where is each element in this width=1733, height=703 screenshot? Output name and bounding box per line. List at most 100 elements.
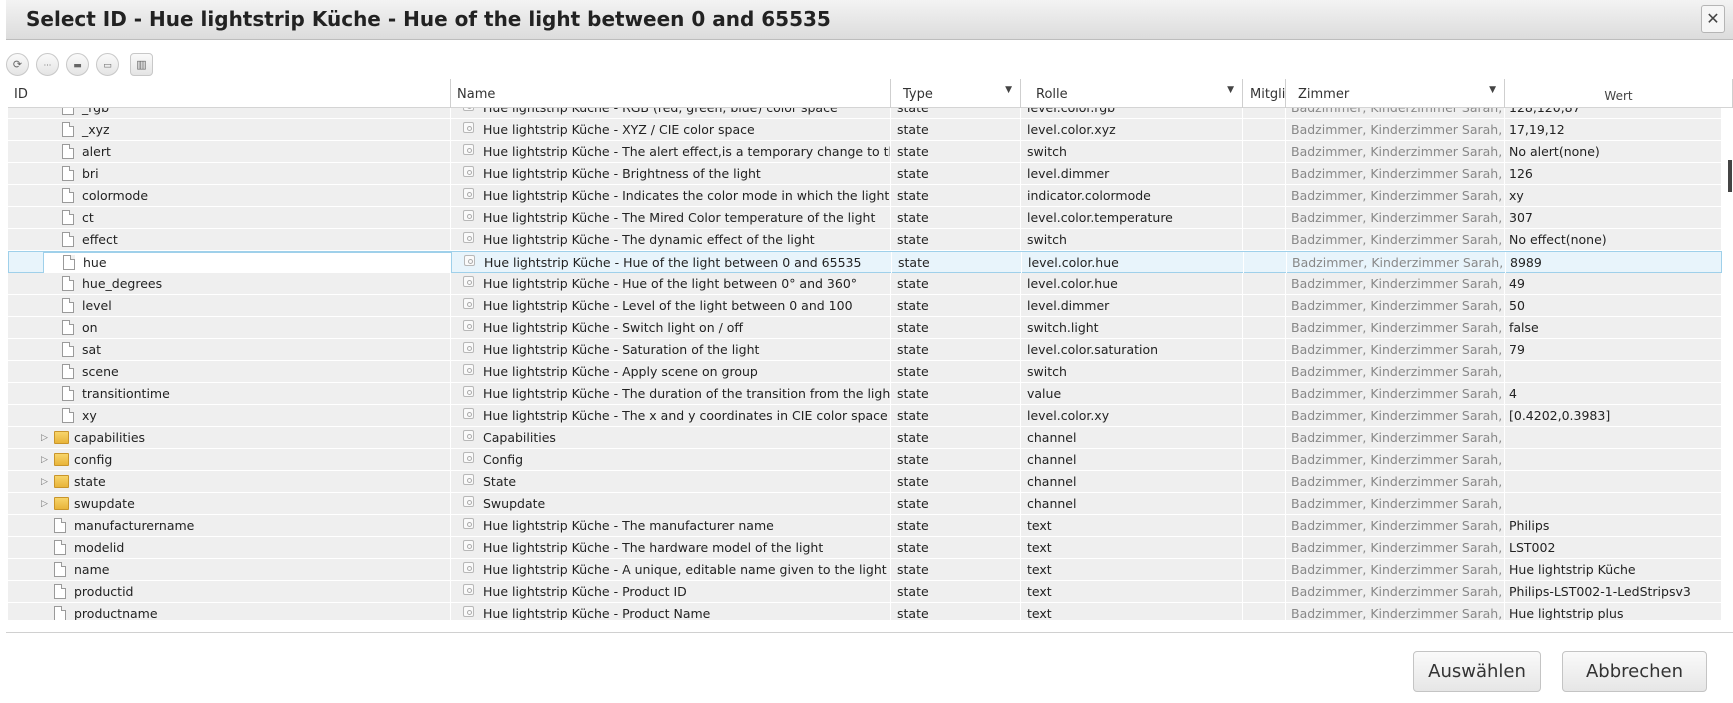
cell-role: indicator.colormode bbox=[1021, 185, 1243, 207]
row-name-text: Hue lightstrip Küche - The dynamic effec… bbox=[483, 232, 815, 247]
table-row[interactable]: _rgb Hue lightstrip Küche - RGB (red, gre… bbox=[8, 108, 1722, 119]
object-tree-grid[interactable]: _rgb Hue lightstrip Küche - RGB (red, gre… bbox=[8, 108, 1722, 620]
cell-type: state bbox=[891, 295, 1021, 317]
cell-members bbox=[1243, 471, 1286, 493]
table-row[interactable]: colormode Hue lightstrip Küche - Indicate… bbox=[8, 185, 1722, 207]
close-button[interactable]: ✕ bbox=[1701, 5, 1725, 33]
dialog-titlebar[interactable]: Select ID - Hue lightstrip Küche - Hue o… bbox=[6, 0, 1733, 40]
filter-dropdown-icon[interactable]: ▼ bbox=[1227, 85, 1234, 95]
cell-name: Hue lightstrip Küche - The x and y coord… bbox=[451, 405, 891, 427]
filter-dropdown-icon[interactable]: ▼ bbox=[1005, 85, 1012, 95]
expand-folders-button[interactable]: ▬ bbox=[66, 53, 89, 76]
cell-members bbox=[1243, 163, 1286, 185]
table-row[interactable]: modelid Hue lightstrip Küche - The hardwa… bbox=[8, 537, 1722, 559]
column-header-name[interactable]: Name bbox=[451, 79, 891, 108]
cell-members bbox=[1243, 141, 1286, 163]
cell-name: Capabilities bbox=[451, 427, 891, 449]
file-icon bbox=[63, 255, 75, 270]
row-id-text: xy bbox=[82, 408, 97, 423]
collapse-all-button[interactable]: ··· bbox=[36, 53, 59, 76]
cell-type: state bbox=[891, 515, 1021, 537]
row-id-text: on bbox=[82, 320, 98, 335]
folder-icon bbox=[54, 431, 69, 444]
cell-type: state bbox=[891, 383, 1021, 405]
row-id-text: bri bbox=[82, 166, 99, 181]
cell-room: Badzimmer, Kinderzimmer Sarah, Küche bbox=[1286, 141, 1505, 163]
row-name-text: Hue lightstrip Küche - Level of the ligh… bbox=[483, 298, 853, 313]
table-row[interactable]: hue Hue lightstrip Küche - Hue of the lig… bbox=[8, 251, 1722, 274]
cell-room: Badzimmer, Kinderzimmer Sarah, Küche bbox=[1287, 252, 1506, 274]
cell-name: Hue lightstrip Küche - Level of the ligh… bbox=[451, 295, 891, 317]
column-header-id[interactable]: ID bbox=[8, 79, 451, 108]
table-row[interactable]: scene Hue lightstrip Küche - Apply scene … bbox=[8, 361, 1722, 383]
row-id-text: colormode bbox=[82, 188, 149, 203]
file-icon bbox=[62, 144, 74, 159]
refresh-button[interactable]: ⟳ bbox=[6, 53, 29, 76]
table-row[interactable]: productid Hue lightstrip Küche - Product … bbox=[8, 581, 1722, 603]
cell-room: Badzimmer, Kinderzimmer Sarah, Küche bbox=[1286, 163, 1505, 185]
filter-dropdown-icon[interactable]: ▼ bbox=[1489, 85, 1496, 95]
state-icon bbox=[463, 166, 474, 177]
cell-value bbox=[1505, 449, 1722, 471]
state-icon bbox=[463, 320, 474, 331]
table-row[interactable]: productname Hue lightstrip Küche - Produc… bbox=[8, 603, 1722, 620]
column-header-role[interactable]: Rolle ▼ bbox=[1021, 79, 1243, 108]
file-icon bbox=[62, 276, 74, 291]
expand-arrow-icon[interactable]: ▷ bbox=[41, 449, 48, 471]
vertical-scrollbar[interactable] bbox=[1728, 160, 1732, 192]
table-row[interactable]: manufacturername Hue lightstrip Küche - T… bbox=[8, 515, 1722, 537]
collapse-folders-button[interactable]: ▭ bbox=[96, 53, 119, 76]
column-header-value[interactable]: Wert bbox=[1505, 79, 1733, 108]
cell-id: scene bbox=[8, 361, 451, 383]
cancel-button[interactable]: Abbrechen bbox=[1562, 651, 1707, 692]
expand-arrow-icon[interactable]: ▷ bbox=[41, 493, 48, 515]
table-row[interactable]: bri Hue lightstrip Küche - Brightness of … bbox=[8, 163, 1722, 185]
state-icon bbox=[463, 606, 474, 617]
table-row[interactable]: hue_degrees Hue lightstrip Küche - Hue of… bbox=[8, 273, 1722, 295]
cell-name: Hue lightstrip Küche - Saturation of the… bbox=[451, 339, 891, 361]
cell-id: ct bbox=[8, 207, 451, 229]
cell-room: Badzimmer, Kinderzimmer Sarah, Küche bbox=[1286, 559, 1505, 581]
cell-type: state bbox=[892, 252, 1022, 274]
table-row[interactable]: sat Hue lightstrip Küche - Saturation of … bbox=[8, 339, 1722, 361]
state-icon bbox=[463, 518, 474, 529]
table-row[interactable]: name Hue lightstrip Küche - A unique, edi… bbox=[8, 559, 1722, 581]
state-icon bbox=[463, 232, 474, 243]
table-row[interactable]: ▷ config Config state channel Badzimmer, Kind… bbox=[8, 449, 1722, 471]
row-id-text: level bbox=[82, 298, 112, 313]
table-row[interactable]: xy Hue lightstrip Küche - The x and y coo… bbox=[8, 405, 1722, 427]
column-header-members[interactable]: Mitgli bbox=[1243, 79, 1286, 108]
table-row[interactable]: ct Hue lightstrip Küche - The Mired Color… bbox=[8, 207, 1722, 229]
table-row[interactable]: level Hue lightstrip Küche - Level of the… bbox=[8, 295, 1722, 317]
table-row[interactable]: on Hue lightstrip Küche - Switch light on… bbox=[8, 317, 1722, 339]
table-row[interactable]: ▷ capabilities Capabilities state channel Bad… bbox=[8, 427, 1722, 449]
columns-button[interactable]: ▥ bbox=[130, 53, 153, 76]
row-id-text: modelid bbox=[74, 540, 125, 555]
file-icon bbox=[62, 232, 74, 247]
cell-name: Hue lightstrip Küche - Product ID bbox=[451, 581, 891, 603]
cell-name: Hue lightstrip Küche - The Mired Color t… bbox=[451, 207, 891, 229]
cell-value: Hue lightstrip Küche bbox=[1505, 559, 1722, 581]
cell-role: channel bbox=[1021, 427, 1243, 449]
cell-members bbox=[1243, 119, 1286, 141]
table-row[interactable]: ▷ state State state channel Badzimmer, Kinder… bbox=[8, 471, 1722, 493]
table-row[interactable]: ▷ swupdate Swupdate state channel Badzimmer, … bbox=[8, 493, 1722, 515]
table-row[interactable]: effect Hue lightstrip Küche - The dynamic… bbox=[8, 229, 1722, 251]
row-id-text: effect bbox=[82, 232, 118, 247]
column-header-type[interactable]: Type ▼ bbox=[891, 79, 1021, 108]
expand-arrow-icon[interactable]: ▷ bbox=[41, 471, 48, 493]
row-id-text: ct bbox=[82, 210, 94, 225]
cell-name: Hue lightstrip Küche - The manufacturer … bbox=[451, 515, 891, 537]
cell-name: Hue lightstrip Küche - The hardware mode… bbox=[451, 537, 891, 559]
table-row[interactable]: _xyz Hue lightstrip Küche - XYZ / CIE col… bbox=[8, 119, 1722, 141]
cell-value: 79 bbox=[1505, 339, 1722, 361]
close-icon: ✕ bbox=[1706, 9, 1720, 28]
table-row[interactable]: alert Hue lightstrip Küche - The alert ef… bbox=[8, 141, 1722, 163]
column-header-room[interactable]: Zimmer ▼ bbox=[1286, 79, 1505, 108]
cell-id: sat bbox=[8, 339, 451, 361]
select-button[interactable]: Auswählen bbox=[1413, 651, 1541, 692]
expand-arrow-icon[interactable]: ▷ bbox=[41, 427, 48, 449]
row-name-text: Config bbox=[483, 452, 524, 467]
cell-id: modelid bbox=[8, 537, 451, 559]
table-row[interactable]: transitiontime Hue lightstrip Küche - The… bbox=[8, 383, 1722, 405]
